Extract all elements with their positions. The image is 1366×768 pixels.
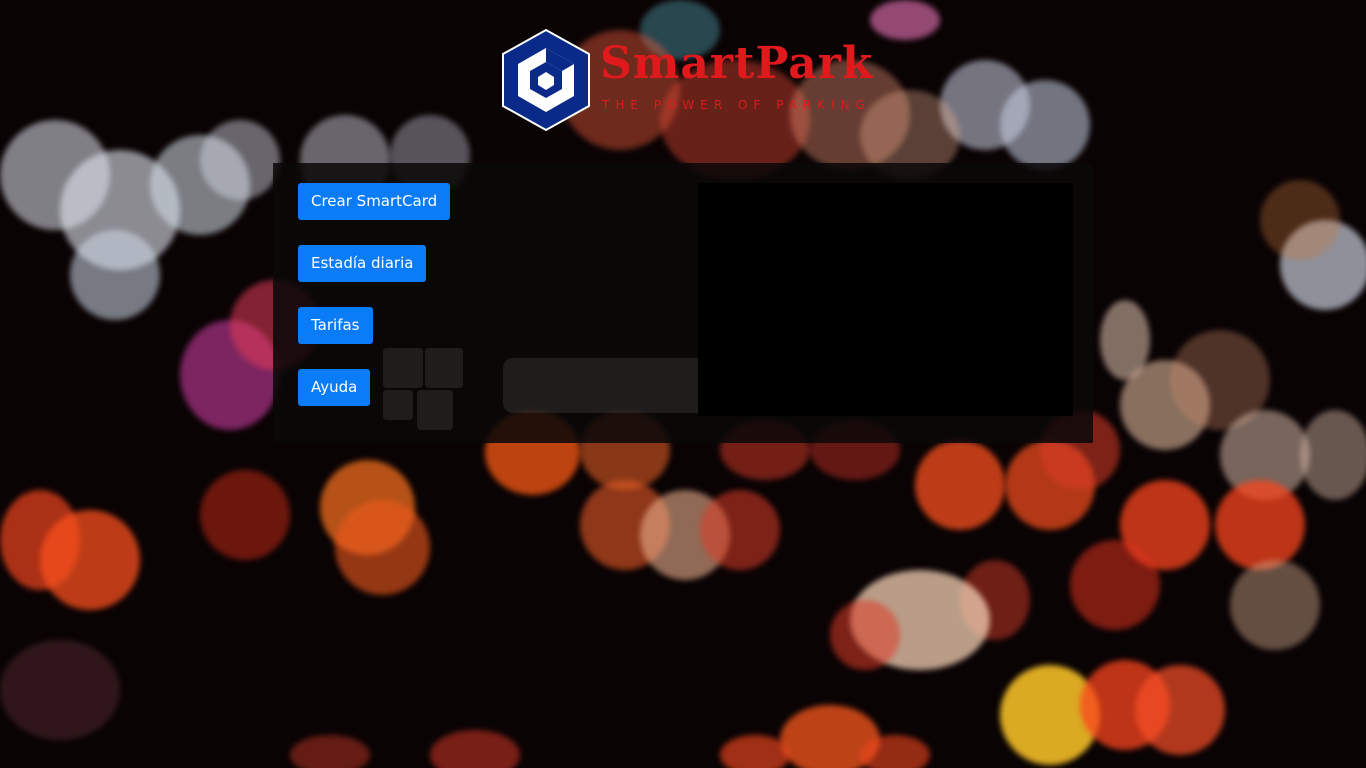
- main-panel: Crear SmartCard Estadía diaria Tarifas A…: [273, 163, 1093, 443]
- camera-video-display: [698, 183, 1073, 416]
- brand-logo: SmartPark THE POWER OF PARKING: [500, 28, 880, 132]
- create-smartcard-button[interactable]: Crear SmartCard: [298, 183, 451, 220]
- brand-name: SmartPark: [600, 38, 874, 89]
- rates-button[interactable]: Tarifas: [298, 307, 373, 344]
- help-button[interactable]: Ayuda: [298, 369, 371, 406]
- smartpark-logo-icon: [502, 28, 590, 132]
- daily-stay-button[interactable]: Estadía diaria: [298, 245, 427, 282]
- brand-tagline: THE POWER OF PARKING: [602, 98, 871, 112]
